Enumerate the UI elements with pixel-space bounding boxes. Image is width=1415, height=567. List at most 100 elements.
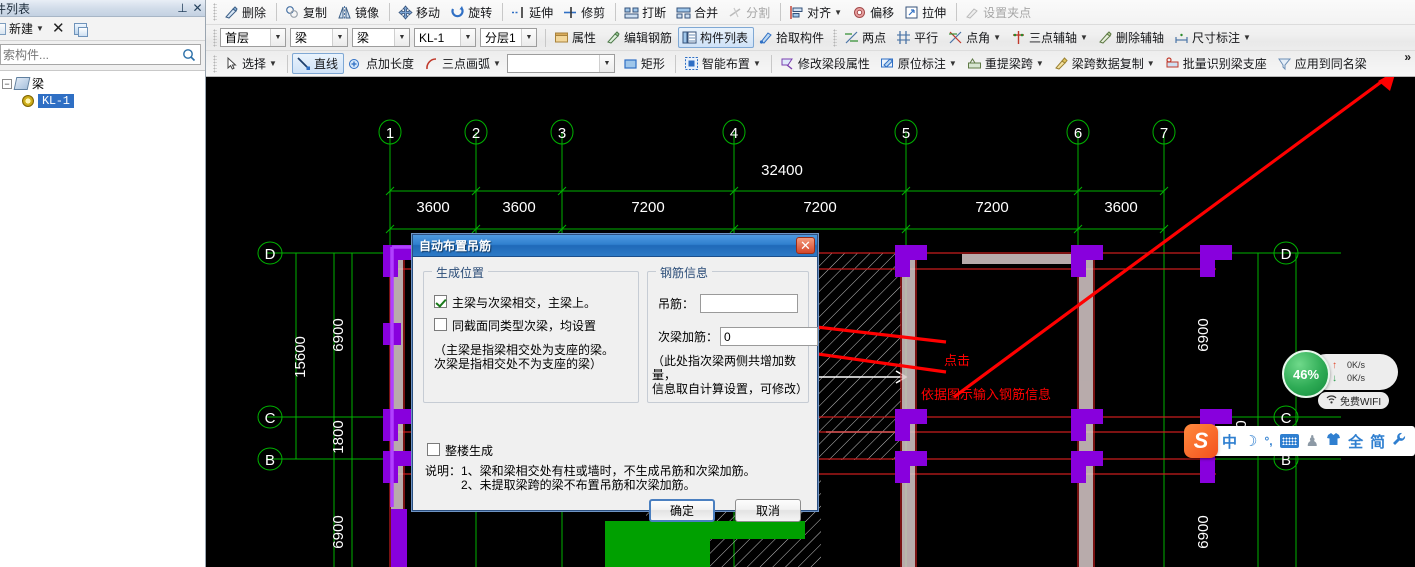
tool-point-angle[interactable]: 点角 ▼ — [944, 27, 1007, 48]
tree-item-kl1[interactable]: KL-1 — [0, 92, 205, 109]
tool-re-extract-span[interactable]: 重提梁跨 ▼ — [963, 53, 1050, 74]
ime-fullwidth-icon[interactable]: 全 — [1348, 431, 1363, 452]
tool-point-plus-length[interactable]: 点加长度 — [344, 53, 420, 74]
dimension-icon — [1174, 30, 1189, 45]
checkbox-icon[interactable] — [434, 318, 447, 331]
search-input[interactable] — [1, 45, 178, 64]
expander-icon[interactable]: − — [2, 78, 12, 89]
toolbar-grip[interactable] — [213, 54, 217, 73]
ime-moon-icon[interactable]: ☽ — [1244, 432, 1257, 450]
toolbar-grip[interactable] — [833, 28, 838, 47]
ime-punctuation-icon[interactable]: °, — [1264, 434, 1272, 448]
chevron-down-icon[interactable]: ▼ — [598, 55, 614, 72]
tool-rotate[interactable]: 旋转 — [446, 2, 498, 23]
chevron-down-icon[interactable]: ▼ — [394, 29, 409, 46]
panel-title-bar: 件列表 ⊥ ✕ — [0, 0, 205, 17]
tool-label: 点角 — [966, 31, 991, 45]
chevron-down-icon[interactable]: ▼ — [332, 29, 347, 46]
checkbox-primary-secondary-intersect[interactable]: 主梁与次梁相交，主梁上。 — [434, 294, 638, 311]
tool-label: 复制 — [303, 5, 328, 20]
new-component-button[interactable]: 新建 ▼ — [0, 20, 44, 37]
tool-trim[interactable]: 修剪 — [559, 2, 611, 23]
free-wifi-button[interactable]: 免费WIFI — [1318, 392, 1390, 409]
tool-merge[interactable]: 合并 — [672, 2, 724, 23]
toolbar-overflow-button[interactable]: » — [1404, 50, 1411, 64]
tool-dimension[interactable]: 尺寸标注 ▼ — [1170, 27, 1257, 48]
tree-item-beam-group[interactable]: − 梁 — [0, 75, 205, 92]
checkbox-whole-building[interactable]: 整楼生成 — [427, 442, 493, 459]
tool-three-point-axis[interactable]: 三点辅轴 ▼ — [1007, 27, 1094, 48]
copy-component-button[interactable] — [73, 22, 88, 37]
category-select[interactable]: 梁 ▼ — [290, 28, 348, 47]
delete-component-button[interactable]: ✕ — [52, 21, 65, 36]
checkbox-icon[interactable] — [434, 295, 447, 308]
tool-inplace-annotation[interactable]: 原位标注 ▼ — [876, 53, 963, 74]
tool-delete[interactable]: 删除 — [220, 2, 272, 23]
tool-align[interactable]: 对齐 ▼ — [785, 2, 848, 23]
checkbox-icon[interactable] — [427, 443, 440, 456]
memory-percent-badge[interactable]: 46% — [1282, 350, 1330, 398]
chevron-down-icon[interactable]: ▼ — [521, 29, 536, 46]
tool-span-data-copy[interactable]: 梁跨数据复制 ▼ — [1050, 53, 1161, 74]
tool-label: 修改梁段属性 — [797, 57, 870, 71]
tool-properties[interactable]: 属性 — [550, 27, 602, 48]
close-icon[interactable]: ✕ — [796, 237, 815, 254]
checkbox-same-section-secondary[interactable]: 同截面同类型次梁，均设置 — [434, 317, 638, 334]
ime-user-icon[interactable]: ♟ — [1306, 432, 1319, 450]
dialog-title-bar[interactable]: 自动布置吊筋 ✕ — [413, 235, 817, 257]
search-box[interactable] — [0, 44, 201, 65]
tool-line[interactable]: 直线 — [291, 53, 344, 74]
tool-edit-rebar[interactable]: 编辑钢筋 — [602, 27, 678, 48]
tool-label: 重提梁跨 — [984, 57, 1033, 71]
chevron-down-icon[interactable]: ▼ — [460, 29, 475, 46]
tool-apply-same-name-beam[interactable]: 应用到同名梁 — [1273, 53, 1373, 74]
row-label-D-right: D — [1281, 246, 1292, 263]
member-select[interactable]: KL-1 ▼ — [414, 28, 476, 47]
tool-two-point[interactable]: 两点 — [840, 27, 892, 48]
secondary-stirrup-field[interactable] — [720, 327, 819, 346]
draw-mode-select[interactable]: ▼ — [506, 54, 615, 73]
close-icon[interactable]: ✕ — [190, 1, 205, 15]
ime-keyboard-icon[interactable] — [1279, 434, 1299, 448]
ime-skin-icon[interactable] — [1326, 432, 1341, 450]
tool-copy[interactable]: 复制 — [281, 2, 333, 23]
tool-move[interactable]: 移动 — [394, 2, 446, 23]
ime-toolbar[interactable]: S 中 ☽ °, ♟ 全 简 — [1184, 424, 1415, 458]
chevron-down-icon[interactable]: ▼ — [270, 29, 285, 46]
pin-icon[interactable]: ⊥ — [175, 1, 190, 15]
tool-pick-member[interactable]: 拾取构件 — [754, 27, 830, 48]
tool-select[interactable]: 选择 ▼ — [220, 53, 283, 74]
tool-stretch[interactable]: 拉伸 — [900, 2, 952, 23]
tool-batch-identify-support[interactable]: 批量识别梁支座 — [1161, 53, 1273, 74]
ok-button[interactable]: 确定 — [649, 499, 715, 522]
member-type-select[interactable]: 梁 ▼ — [352, 28, 410, 47]
search-icon[interactable] — [178, 45, 200, 64]
auto-hanging-rebar-dialog[interactable]: 自动布置吊筋 ✕ 生成位置 主梁与次梁相交，主梁上。 同截面同类型次梁，均设置 — [412, 234, 819, 522]
tool-member-list[interactable]: 构件列表 — [678, 27, 755, 48]
ime-toolbox-icon[interactable] — [1392, 432, 1406, 450]
tool-set-grip[interactable]: 设置夹点 — [961, 2, 1037, 23]
cancel-button[interactable]: 取消 — [735, 499, 801, 522]
tool-smart-layout[interactable]: 智能布置 ▼ — [680, 53, 767, 74]
offset-icon — [852, 5, 867, 20]
ime-simplified-icon[interactable]: 简 — [1370, 431, 1385, 452]
tool-rectangle[interactable]: 矩形 — [619, 53, 671, 74]
tool-delete-axis[interactable]: 删除辅轴 — [1094, 27, 1170, 48]
floor-select[interactable]: 首层 ▼ — [220, 28, 286, 47]
sogou-logo-icon[interactable]: S — [1184, 424, 1218, 458]
network-speed-widget[interactable]: ↑ 0K/s ↓ 0K/s 46% — [1282, 350, 1398, 398]
tool-parallel[interactable]: 平行 — [892, 27, 944, 48]
tool-break[interactable]: 打断 — [620, 2, 672, 23]
tool-split[interactable]: 分割 — [724, 2, 776, 23]
arrow-down-icon: ↓ — [1332, 373, 1337, 384]
tool-three-point-arc[interactable]: 三点画弧 ▼ — [420, 53, 507, 74]
layer-select[interactable]: 分层1 ▼ — [480, 28, 537, 47]
tool-mirror[interactable]: 镜像 — [333, 2, 385, 23]
toolbar-grip[interactable] — [213, 3, 217, 21]
ime-chinese-mode[interactable]: 中 — [1222, 431, 1237, 452]
toolbar-grip[interactable] — [213, 28, 217, 47]
tool-extend[interactable]: 延伸 — [507, 2, 559, 23]
tool-offset[interactable]: 偏移 — [848, 2, 900, 23]
tool-edit-beam-segment[interactable]: 修改梁段属性 — [776, 53, 876, 74]
hanging-rebar-field[interactable] — [700, 294, 799, 313]
